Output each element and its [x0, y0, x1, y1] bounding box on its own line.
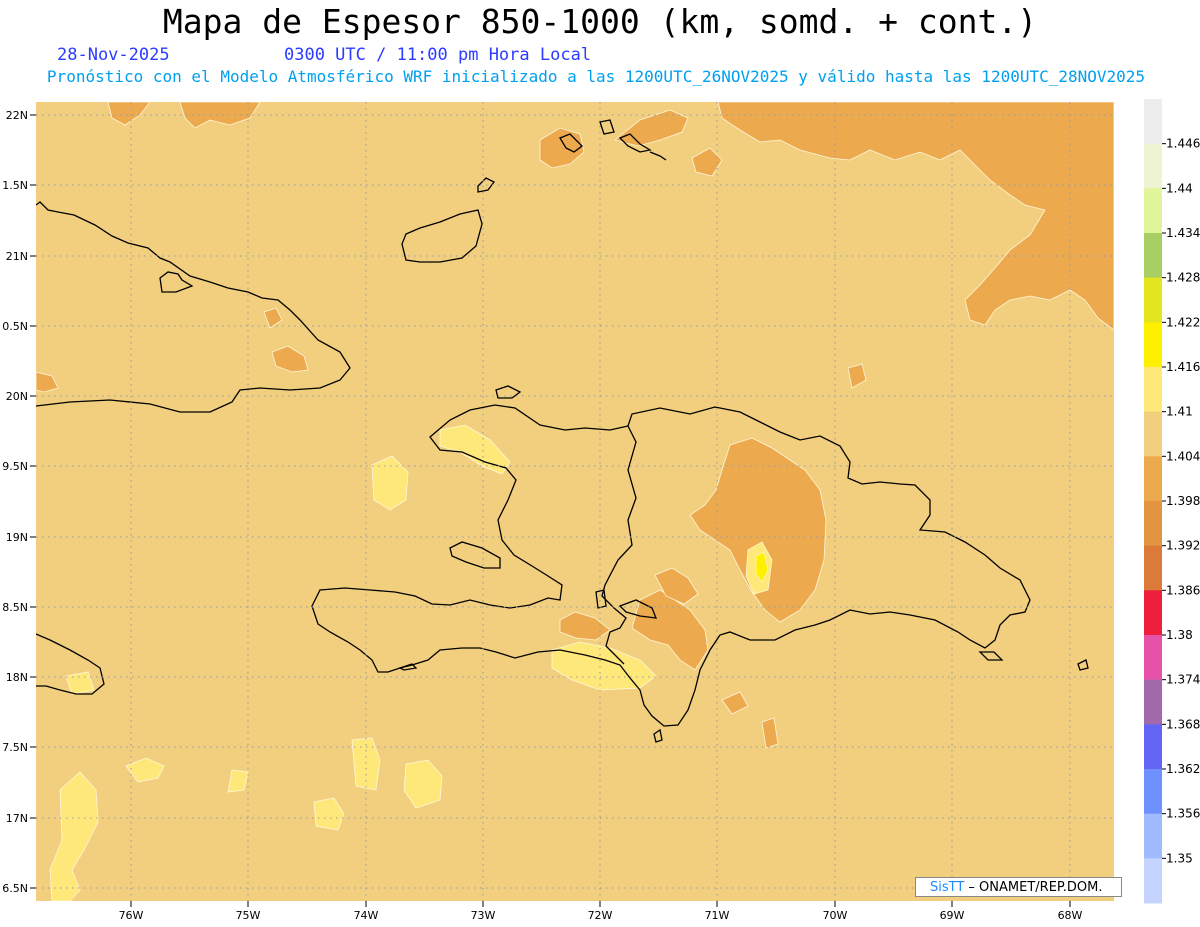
- colorbar-label: 1.41: [1166, 405, 1193, 419]
- colorbar: 1.446 1.44 1.434 1.428 1.422 1.416 1.41 1.404 1.…: [1144, 99, 1200, 904]
- lat-label: 19N: [6, 531, 28, 544]
- colorbar-swatch: [1144, 99, 1162, 145]
- lat-label: 17N: [6, 812, 28, 825]
- lat-label: 18N: [6, 671, 28, 684]
- colorbar-swatch: [1144, 679, 1162, 725]
- colorbar-swatch: [1144, 411, 1162, 457]
- lat-label: 22N: [6, 109, 28, 122]
- colorbar-swatch: [1144, 188, 1162, 234]
- sistt-logo-text: SisTT: [930, 880, 965, 895]
- credit-text: – ONAMET/REP.DOM.: [964, 880, 1103, 895]
- colorbar-label: 1.356: [1166, 807, 1200, 821]
- credit-box: SisTT – ONAMET/REP.DOM.: [915, 877, 1122, 897]
- lon-label: 73W: [471, 909, 496, 922]
- lat-label: 8.5N: [2, 601, 28, 614]
- lon-label: 72W: [588, 909, 613, 922]
- colorbar-swatch: [1144, 233, 1162, 279]
- colorbar-swatch: [1144, 367, 1162, 413]
- colorbar-label: 1.392: [1166, 539, 1200, 553]
- colorbar-swatch: [1144, 858, 1162, 904]
- colorbar-label: 1.386: [1166, 583, 1200, 597]
- lat-label: 1.5N: [2, 179, 28, 192]
- lon-label: 76W: [119, 909, 144, 922]
- colorbar-swatch: [1144, 769, 1162, 815]
- colorbar-swatch: [1144, 724, 1162, 770]
- colorbar-swatch: [1144, 545, 1162, 591]
- colorbar-swatch: [1144, 590, 1162, 636]
- colorbar-label: 1.38: [1166, 628, 1193, 642]
- lat-label: 6.5N: [2, 882, 28, 895]
- colorbar-label: 1.446: [1166, 137, 1200, 151]
- lon-label: 74W: [354, 909, 379, 922]
- longitude-labels: 76W 75W 74W 73W 72W 71W 70W 69W 68W: [119, 909, 1083, 922]
- colorbar-label: 1.44: [1166, 181, 1193, 195]
- lon-label: 69W: [940, 909, 965, 922]
- lon-label: 70W: [823, 909, 848, 922]
- colorbar-label: 1.434: [1166, 226, 1200, 240]
- colorbar-label: 1.416: [1166, 360, 1200, 374]
- latitude-labels: 22N 1.5N 21N 0.5N 20N 9.5N 19N 8.5N 18N …: [2, 109, 28, 895]
- lat-label: 20N: [6, 390, 28, 403]
- lat-label: 0.5N: [2, 320, 28, 333]
- colorbar-label: 1.368: [1166, 717, 1200, 731]
- colorbar-label: 1.404: [1166, 449, 1200, 463]
- colorbar-swatch: [1144, 322, 1162, 368]
- lat-label: 21N: [6, 250, 28, 263]
- colorbar-label: 1.398: [1166, 494, 1200, 508]
- lat-label: 9.5N: [2, 460, 28, 473]
- colorbar-swatch: [1144, 813, 1162, 859]
- lat-label: 7.5N: [2, 741, 28, 754]
- lon-label: 75W: [236, 909, 261, 922]
- colorbar-swatch: [1144, 143, 1162, 189]
- colorbar-label: 1.428: [1166, 271, 1200, 285]
- colorbar-label: 1.374: [1166, 673, 1200, 687]
- colorbar-label: 1.35: [1166, 851, 1193, 865]
- colorbar-swatch: [1144, 635, 1162, 681]
- colorbar-swatch: [1144, 277, 1162, 323]
- colorbar-swatch: [1144, 501, 1162, 547]
- thickness-map: 22N 1.5N 21N 0.5N 20N 9.5N 19N 8.5N 18N …: [2, 99, 1200, 922]
- lon-label: 68W: [1058, 909, 1083, 922]
- lon-label: 71W: [705, 909, 730, 922]
- colorbar-label: 1.362: [1166, 762, 1200, 776]
- colorbar-swatch: [1144, 456, 1162, 502]
- colorbar-label: 1.422: [1166, 315, 1200, 329]
